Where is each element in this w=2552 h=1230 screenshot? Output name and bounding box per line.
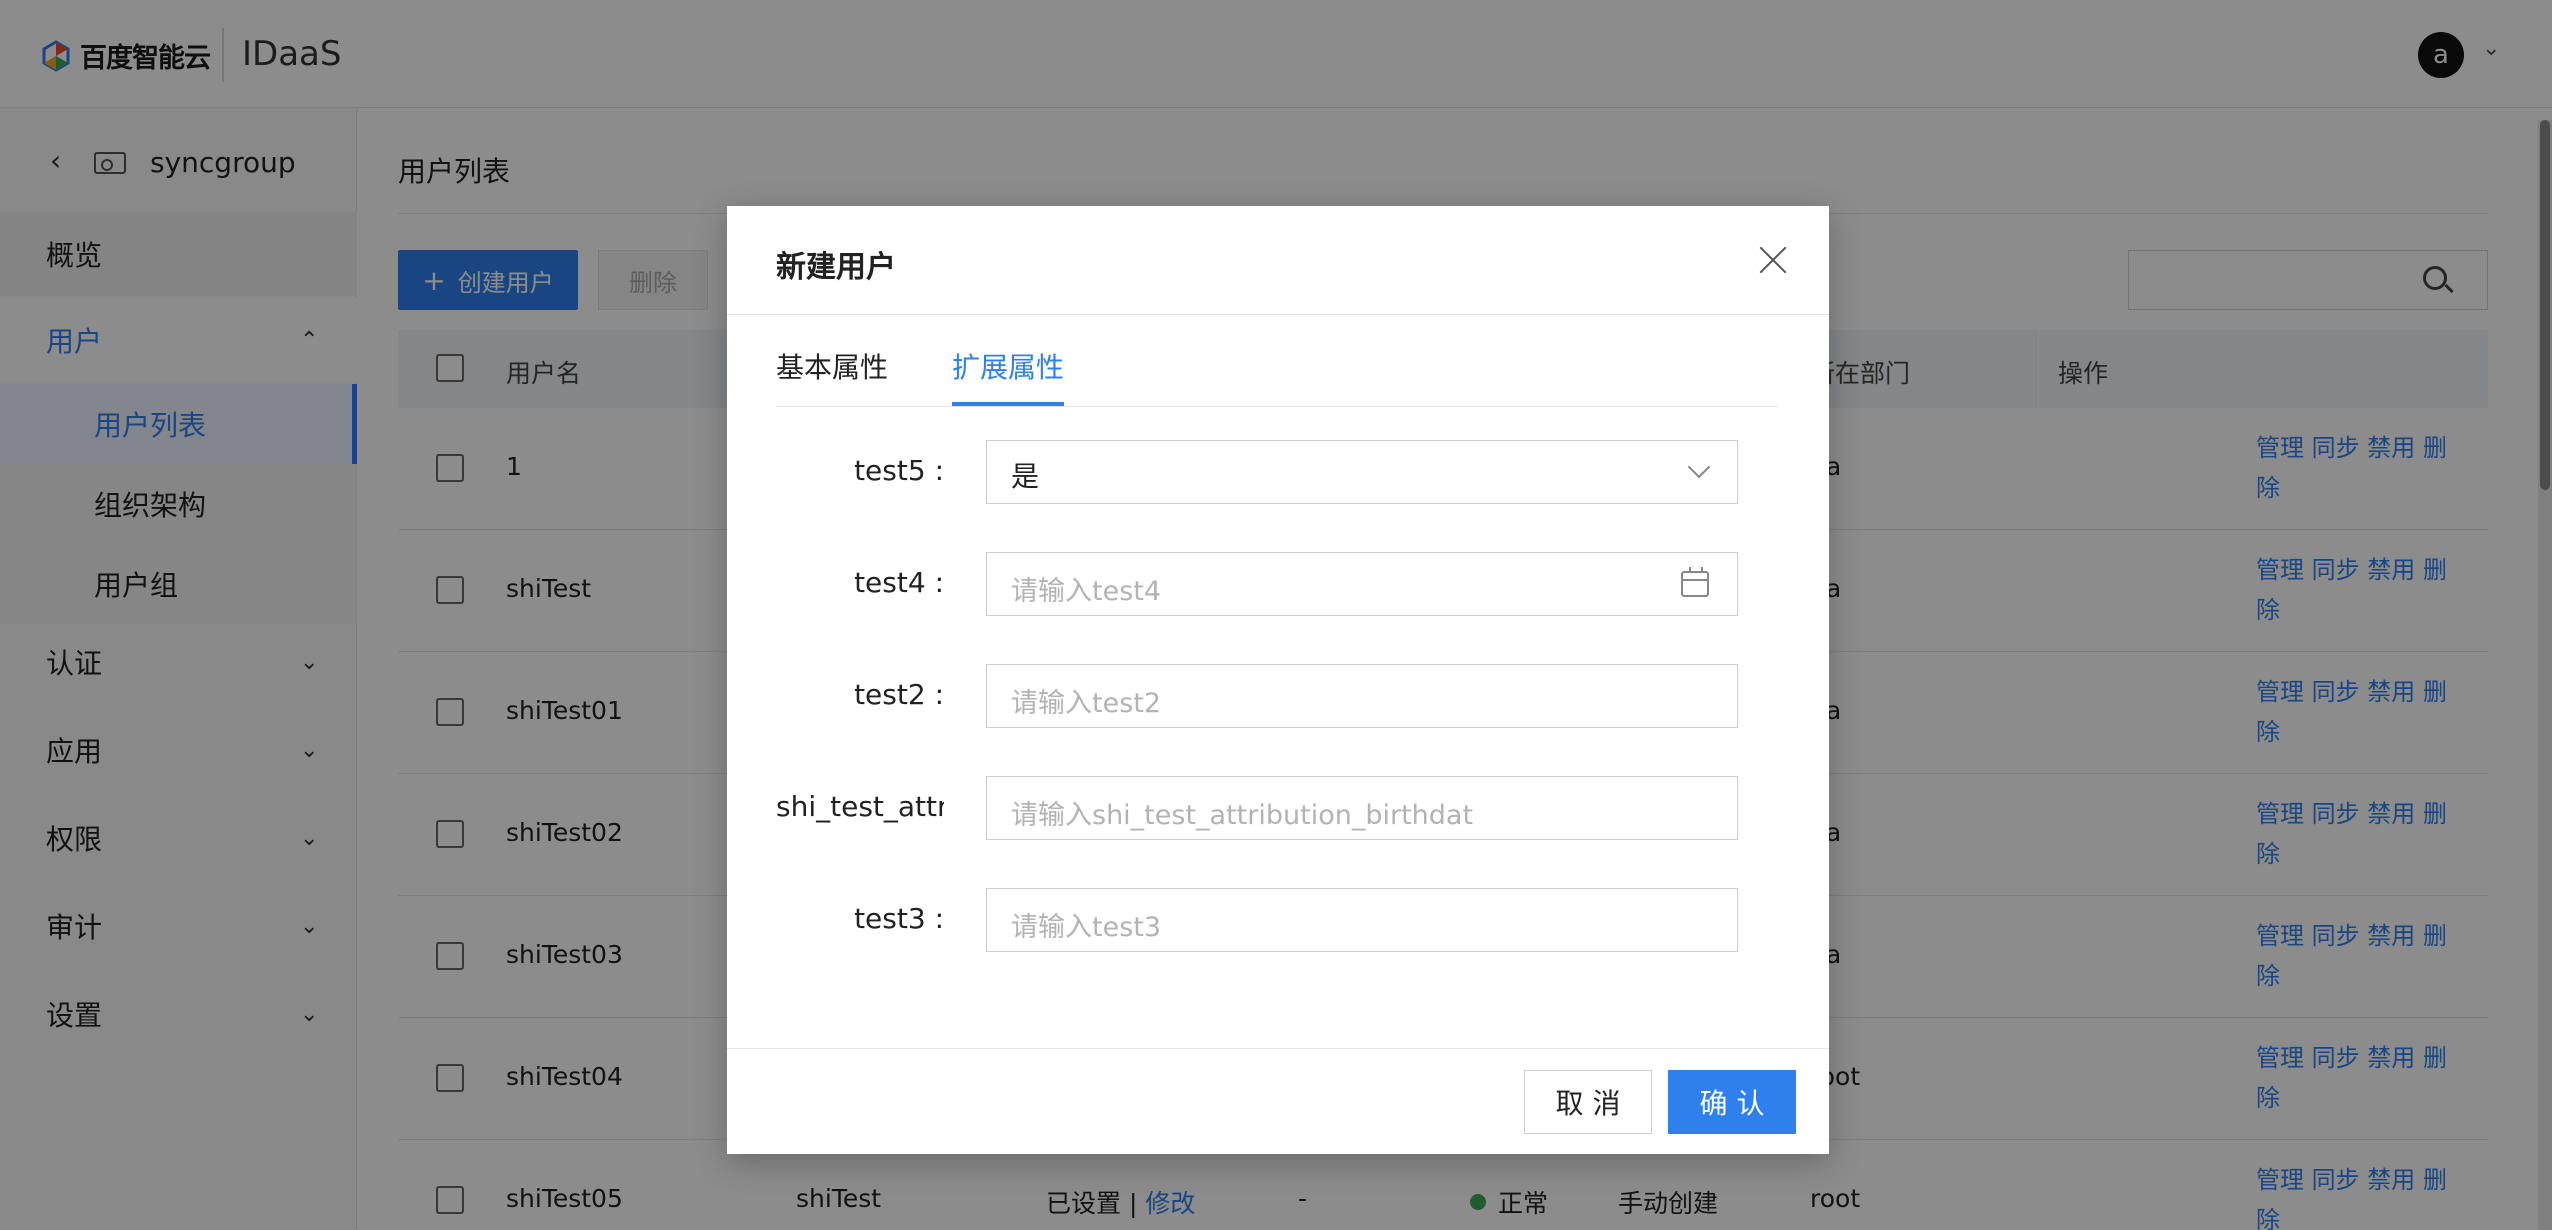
calendar-icon[interactable] [1681,567,1709,597]
shi-test-attribution-placeholder: 请输入shi_test_attribution_birthdat [1011,800,1474,831]
test4-placeholder: 请输入test4 [1011,576,1162,607]
field-label-test3: test3 : [854,902,944,935]
tab-basic-attributes[interactable]: 基本属性 [776,346,888,386]
test2-placeholder: 请输入test2 [1011,688,1162,719]
dialog-title: 新建用户 [776,250,896,285]
cancel-button[interactable]: 取 消 [1524,1070,1652,1134]
confirm-button[interactable]: 确 认 [1668,1070,1796,1134]
chevron-down-icon [1687,455,1711,479]
test4-date-input[interactable]: 请输入test4 [986,552,1738,616]
field-label-test4: test4 : [854,566,944,599]
test5-selected-value: 是 [1011,460,1040,493]
test3-input[interactable]: 请输入test3 [986,888,1738,952]
field-label-test2: test2 : [854,678,944,711]
field-label-test5: test5 : [854,454,944,487]
test3-placeholder: 请输入test3 [1011,912,1162,943]
close-icon[interactable] [1753,240,1793,280]
divider [727,314,1829,315]
tab-extended-attributes[interactable]: 扩展属性 [952,346,1064,386]
new-user-dialog: 新建用户 基本属性 扩展属性 test5 : 是 test4 : 请输入test… [727,206,1829,1154]
divider [776,406,1778,407]
shi-test-attribution-birthday-input[interactable]: 请输入shi_test_attribution_birthdat [986,776,1738,840]
test5-select[interactable]: 是 [986,440,1738,504]
field-label-shi-test-attribution: shi_test_attril [776,790,944,823]
divider [727,1048,1829,1049]
test2-input[interactable]: 请输入test2 [986,664,1738,728]
